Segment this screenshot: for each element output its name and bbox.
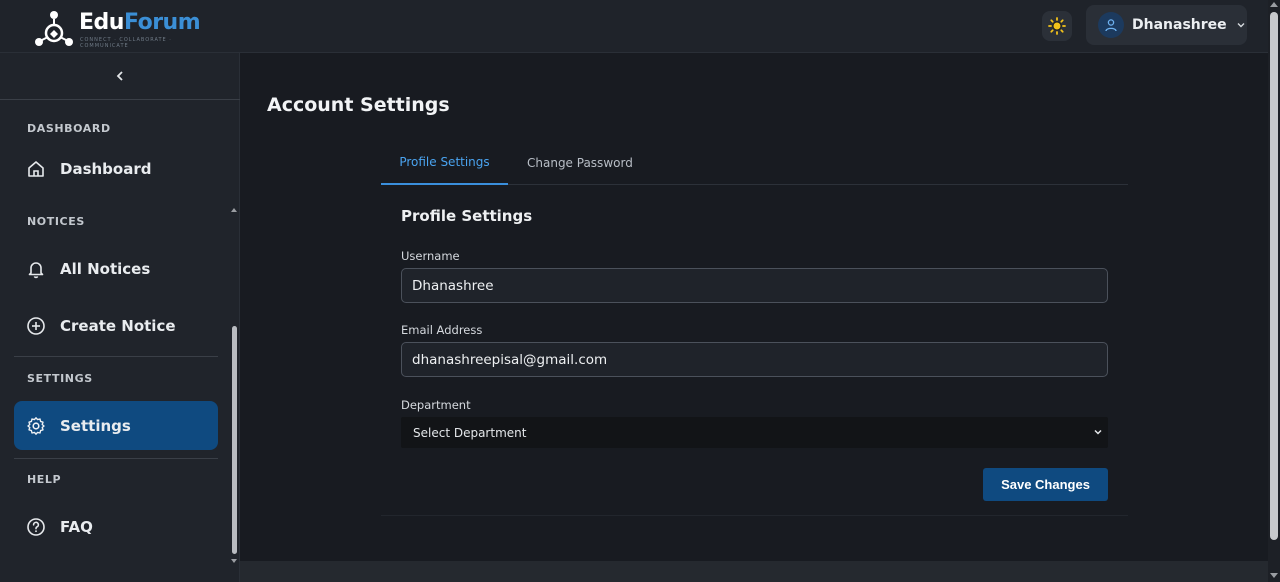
user-name: Dhanashree	[1132, 17, 1227, 33]
department-label: Department	[401, 398, 471, 412]
page-title: Account Settings	[267, 94, 450, 116]
username-field[interactable]	[401, 268, 1108, 303]
department-select[interactable]: Select Department	[401, 417, 1108, 448]
email-label: Email Address	[401, 323, 483, 337]
sidebar-item-dashboard[interactable]: Dashboard	[14, 144, 218, 193]
theme-toggle-button[interactable]	[1042, 11, 1072, 41]
logo-wordmark: EduForum	[79, 10, 201, 35]
tab-change-password[interactable]: Change Password	[527, 141, 633, 185]
logo-word-edu: Edu	[79, 10, 124, 35]
sidebar-item-label: All Notices	[60, 259, 151, 278]
gear-icon	[27, 416, 45, 435]
logo-word-forum: Forum	[123, 10, 201, 35]
sidebar-item-label: Settings	[60, 416, 131, 435]
chevron-left-icon	[116, 71, 123, 81]
sidebar-item-label: Dashboard	[60, 159, 152, 178]
avatar	[1098, 12, 1124, 38]
section-label-settings: SETTINGS	[27, 372, 93, 385]
sidebar-item-create-notice[interactable]: Create Notice	[14, 301, 218, 350]
username-label: Username	[401, 249, 460, 263]
section-label-help: HELP	[27, 473, 62, 486]
user-icon	[1105, 19, 1117, 32]
scroll-up-arrow-icon[interactable]	[1270, 2, 1278, 7]
sidebar-item-faq[interactable]: FAQ	[14, 502, 218, 551]
sun-icon	[1048, 17, 1066, 35]
settings-tabs: Profile Settings Change Password	[381, 141, 1128, 185]
logo-network-icon	[35, 11, 73, 46]
home-icon	[28, 160, 44, 177]
save-changes-button[interactable]: Save Changes	[983, 468, 1108, 501]
sidebar-scrollbar[interactable]	[231, 208, 238, 564]
sidebar-scroll-thumb[interactable]	[232, 326, 237, 554]
email-field[interactable]	[401, 342, 1108, 377]
chevron-down-icon	[1094, 429, 1102, 435]
eduforum-logo[interactable]: EduForum CONNECT · COLLABORATE · COMMUNI…	[33, 7, 203, 49]
scroll-up-arrow-icon[interactable]	[231, 208, 237, 212]
form-section-title: Profile Settings	[401, 207, 533, 225]
plus-circle-icon	[27, 316, 45, 335]
bell-icon	[28, 261, 44, 278]
sidebar-divider	[14, 356, 218, 357]
page-scroll-thumb[interactable]	[1270, 12, 1278, 540]
tab-profile-settings[interactable]: Profile Settings	[381, 141, 508, 185]
chevron-down-icon	[1237, 23, 1245, 28]
sidebar-item-label: FAQ	[60, 517, 93, 536]
scroll-down-arrow-icon[interactable]	[1270, 573, 1278, 578]
scroll-down-arrow-icon[interactable]	[231, 559, 237, 563]
department-selected-value: Select Department	[413, 425, 527, 440]
sidebar-item-label: Create Notice	[60, 316, 176, 335]
logo-tagline: CONNECT · COLLABORATE · COMMUNICATE	[80, 37, 172, 49]
page-scrollbar[interactable]	[1268, 0, 1280, 582]
section-label-notices: NOTICES	[27, 215, 85, 228]
sidebar-item-settings[interactable]: Settings	[14, 401, 218, 450]
page-footer	[240, 561, 1268, 582]
sidebar: DASHBOARD Dashboard NOTICES All Notices …	[0, 53, 240, 582]
profile-settings-form: Profile Settings Username Email Address …	[381, 186, 1128, 516]
user-menu-button[interactable]: Dhanashree	[1086, 5, 1247, 45]
sidebar-item-all-notices[interactable]: All Notices	[14, 244, 218, 293]
question-circle-icon	[27, 517, 45, 536]
sidebar-divider	[14, 458, 218, 459]
top-header: EduForum CONNECT · COLLABORATE · COMMUNI…	[0, 0, 1268, 53]
sidebar-collapse-button[interactable]	[0, 53, 240, 100]
section-label-dashboard: DASHBOARD	[27, 122, 111, 135]
